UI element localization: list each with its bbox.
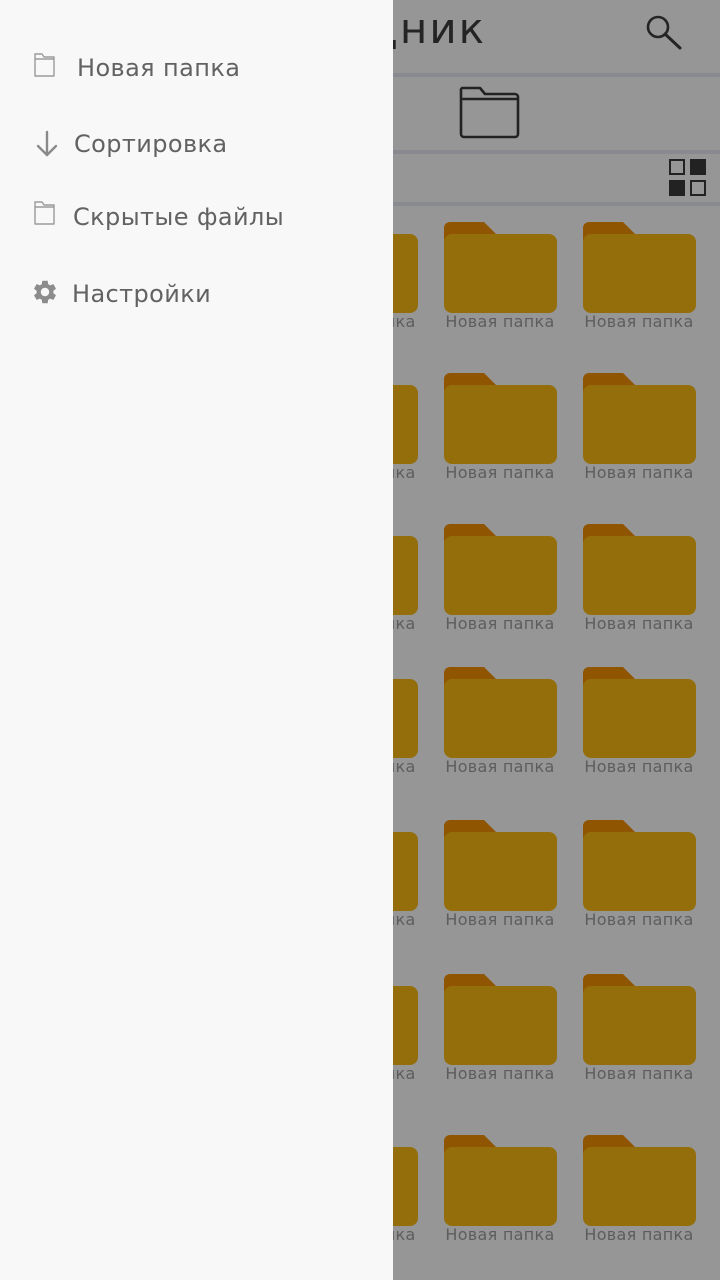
drawer-item-sort[interactable]: Сортировка	[0, 116, 393, 172]
drawer-item-label: Скрытые файлы	[73, 203, 285, 231]
drawer-item-settings[interactable]: Настройки	[0, 266, 393, 322]
drawer-item-hidden-files[interactable]: Скрытые файлы	[0, 189, 393, 245]
drawer-item-new-folder[interactable]: Новая папка	[0, 40, 393, 96]
arrow-down-icon	[36, 130, 58, 157]
drawer-item-label: Сортировка	[74, 130, 228, 158]
folder-outline-icon	[34, 53, 55, 77]
folder-outline-icon	[34, 201, 55, 225]
navigation-drawer: Новая папка Сортировка Скрытые файлы Нас…	[0, 0, 393, 1280]
drawer-item-label: Новая папка	[77, 54, 241, 82]
drawer-item-label: Настройки	[72, 280, 212, 308]
gear-icon	[34, 280, 56, 304]
